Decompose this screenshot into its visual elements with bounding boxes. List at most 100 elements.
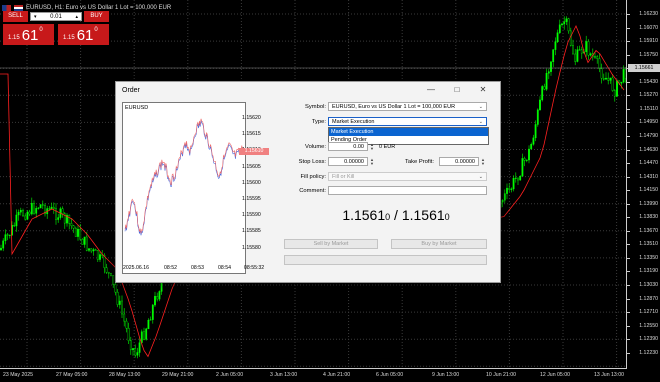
candle-body xyxy=(536,109,539,125)
price-tick-label: 1.14470 xyxy=(639,160,658,167)
price-tick-mark xyxy=(627,163,630,165)
price-tick-mark xyxy=(627,217,630,219)
time-tick-label: 9 Jun 13:00 xyxy=(432,372,460,378)
take-profit-spinner-icon[interactable]: ▲ ▼ xyxy=(480,157,486,166)
candle-body xyxy=(589,53,592,56)
candle-body xyxy=(39,204,42,209)
candle-body xyxy=(503,193,506,201)
volume-increase-icon[interactable]: ▴ xyxy=(75,14,78,20)
volume-spinner-icon[interactable]: ▲ ▼ xyxy=(369,142,375,151)
candle-body xyxy=(605,77,607,80)
candle-body xyxy=(576,49,579,62)
buy-by-market-button[interactable]: Buy by Market xyxy=(391,239,487,249)
candle-body xyxy=(525,159,528,161)
chevron-down-icon: ⌄ xyxy=(478,173,483,180)
dialog-titlebar[interactable]: Order — □ ✕ xyxy=(116,82,500,98)
symbol-label: Symbol: xyxy=(305,104,326,110)
tick-chart: EURUSD xyxy=(122,102,246,274)
candle-body xyxy=(512,178,515,190)
one-click-buy-price[interactable]: 1.15 61 0 xyxy=(58,24,109,45)
one-click-sell-price[interactable]: 1.15 61 0 xyxy=(3,24,54,45)
candle-body xyxy=(110,273,112,276)
candle-body xyxy=(125,320,128,329)
price-tick-mark xyxy=(627,149,630,151)
fill-policy-select[interactable]: Fill or Kill ⌄ xyxy=(328,172,487,181)
price-tick-label: 1.13830 xyxy=(639,214,658,221)
type-option-market-execution[interactable]: Market Execution xyxy=(329,128,488,136)
chevron-down-icon: ⌄ xyxy=(478,118,483,125)
take-profit-input[interactable]: 0.00000 xyxy=(439,157,479,166)
candle-body xyxy=(554,41,557,50)
volume-decrease-icon[interactable]: ▾ xyxy=(34,14,37,20)
candle-body xyxy=(37,207,40,209)
candle-body xyxy=(136,352,139,356)
price-tick-mark xyxy=(627,203,630,205)
one-click-buy-button[interactable]: BUY xyxy=(84,11,109,22)
type-select[interactable]: Market Execution ⌄ xyxy=(328,117,487,126)
candle-body xyxy=(508,187,511,190)
candle-body xyxy=(510,188,513,190)
price-tick-label: 1.14310 xyxy=(639,173,658,180)
time-scale[interactable]: 23 May 2025 27 May 05:00 28 May 13:00 29 Ma… xyxy=(0,368,627,382)
us-flag-icon xyxy=(14,4,23,11)
candle-body xyxy=(0,247,2,251)
time-tick-label: 4 Jun 21:00 xyxy=(323,372,351,378)
bid-line xyxy=(124,120,244,236)
candle-body xyxy=(530,144,533,150)
candle-body xyxy=(587,41,590,56)
dialog-title: Order xyxy=(122,86,140,94)
price-tick-mark xyxy=(627,14,630,15)
confirm-button[interactable] xyxy=(284,255,487,265)
current-price-label: 1.15661 xyxy=(628,64,660,72)
candle-body xyxy=(501,199,504,203)
stop-loss-input[interactable]: 0.00000 xyxy=(328,157,368,166)
tick-chart-price-label: 1.15600 xyxy=(242,179,261,186)
one-click-sell-button[interactable]: SELL xyxy=(3,11,28,22)
candle-body xyxy=(543,86,546,90)
candle-body xyxy=(138,342,141,353)
candle-body xyxy=(99,254,101,260)
tick-chart-symbol: EURUSD xyxy=(125,105,149,111)
candle-body xyxy=(149,319,152,321)
candle-body xyxy=(28,211,31,215)
price-tick-label: 1.15110 xyxy=(639,105,658,112)
candle-body xyxy=(83,236,86,245)
candle-body xyxy=(616,80,618,97)
candle-body xyxy=(127,328,130,341)
candle-body xyxy=(154,296,156,306)
comment-input[interactable] xyxy=(328,186,487,195)
price-tick-label: 1.12710 xyxy=(639,309,658,316)
candle-body xyxy=(572,45,574,55)
price-scale[interactable]: 1.162301.160701.159101.157501.155901.154… xyxy=(626,0,660,368)
candle-body xyxy=(129,340,132,351)
minimize-icon[interactable]: — xyxy=(418,82,444,98)
candle-body xyxy=(2,240,5,249)
candle-body xyxy=(567,18,570,32)
candle-body xyxy=(613,90,616,97)
tick-chart-price-label: 1.15580 xyxy=(242,244,261,251)
candle-body xyxy=(620,81,623,84)
maximize-icon[interactable]: □ xyxy=(444,82,470,98)
type-label: Type: xyxy=(311,119,326,125)
candle-body xyxy=(81,238,84,245)
tick-chart-price-label: 1.15590 xyxy=(242,212,261,219)
candle-body xyxy=(70,223,73,226)
tick-chart-time-label: 2025.06.16 xyxy=(123,265,149,271)
one-click-volume-input[interactable]: ▾ 0.01 ▴ xyxy=(30,12,82,21)
sell-by-market-button[interactable]: Sell by Market xyxy=(284,239,378,249)
candle-body xyxy=(105,267,108,273)
time-tick-label: 2 Jun 05:00 xyxy=(216,372,244,378)
price-tick-mark xyxy=(627,285,630,286)
candle-body xyxy=(517,177,519,181)
candle-body xyxy=(594,56,596,58)
price-tick-label: 1.12230 xyxy=(639,349,658,356)
close-icon[interactable]: ✕ xyxy=(470,82,496,98)
candle-body xyxy=(4,234,7,242)
volume-input[interactable]: 0.00 xyxy=(328,142,368,151)
symbol-select[interactable]: EURUSD, Euro vs US Dollar 1 Lot = 100,00… xyxy=(328,102,487,111)
candle-body xyxy=(72,225,75,229)
candle-body xyxy=(547,71,550,74)
candle-body xyxy=(96,250,99,260)
chevron-down-icon: ⌄ xyxy=(478,103,483,110)
candle-body xyxy=(48,208,51,210)
